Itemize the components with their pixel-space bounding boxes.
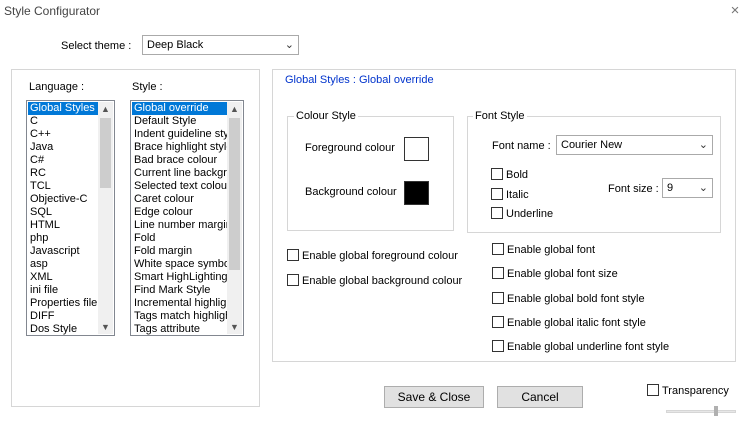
enable-global-bold-checkbox[interactable] bbox=[492, 292, 504, 304]
enable-global-font-size-label: Enable global font size bbox=[507, 268, 618, 280]
close-icon[interactable]: × bbox=[727, 2, 743, 20]
enable-global-bold-label: Enable global bold font style bbox=[507, 293, 645, 305]
underline-checkbox[interactable] bbox=[491, 207, 503, 219]
transparency-checkbox[interactable] bbox=[647, 384, 659, 396]
list-item[interactable]: Bad brace colour bbox=[132, 154, 227, 167]
font-name-value: Courier New bbox=[561, 139, 623, 151]
list-item[interactable]: Line number margin bbox=[132, 219, 227, 232]
enable-global-bg-label: Enable global background colour bbox=[302, 275, 463, 287]
list-item[interactable]: Properties file bbox=[28, 297, 98, 310]
font-name-label: Font name : bbox=[492, 140, 551, 152]
list-item[interactable]: XML bbox=[28, 271, 98, 284]
list-item-global-styles[interactable]: Global Styles bbox=[28, 102, 98, 115]
list-item[interactable]: Selected text colour bbox=[132, 180, 227, 193]
list-item[interactable]: TCL bbox=[28, 180, 98, 193]
list-item[interactable]: Default Style bbox=[132, 115, 227, 128]
theme-select[interactable]: Deep Black ⌄ bbox=[142, 35, 299, 55]
chevron-down-icon: ⌄ bbox=[698, 182, 708, 194]
list-item-global-override[interactable]: Global override bbox=[132, 102, 227, 115]
foreground-colour-label: Foreground colour bbox=[305, 142, 395, 154]
underline-label: Underline bbox=[506, 208, 554, 220]
enable-global-bg-checkbox[interactable] bbox=[287, 274, 299, 286]
enable-global-fg-checkbox[interactable] bbox=[287, 249, 299, 261]
colour-style-group bbox=[287, 116, 454, 231]
language-label: Language : bbox=[29, 81, 85, 93]
list-item[interactable]: Brace highlight style bbox=[132, 141, 227, 154]
scroll-up-arrow-icon[interactable]: ▲ bbox=[98, 102, 113, 116]
list-item[interactable]: Fold margin bbox=[132, 245, 227, 258]
enable-global-font-label: Enable global font bbox=[507, 244, 596, 256]
font-size-label: Font size : bbox=[608, 183, 659, 195]
transparency-label: Transparency bbox=[662, 385, 729, 397]
list-item[interactable]: php bbox=[28, 232, 98, 245]
language-list-items: Global Styles C C++ Java C# RC TCL Objec… bbox=[28, 102, 98, 335]
enable-global-italic-label: Enable global italic font style bbox=[507, 317, 646, 329]
list-item[interactable]: ini file bbox=[28, 284, 98, 297]
style-header: Global Styles : Global override bbox=[285, 74, 434, 86]
enable-global-font-checkbox[interactable] bbox=[492, 243, 504, 255]
list-item[interactable]: Java bbox=[28, 141, 98, 154]
list-item[interactable]: Dos Style bbox=[28, 323, 98, 335]
list-item[interactable]: SQL bbox=[28, 206, 98, 219]
bold-checkbox[interactable] bbox=[491, 168, 503, 180]
list-item[interactable]: Tags attribute bbox=[132, 323, 227, 335]
italic-checkbox[interactable] bbox=[491, 188, 503, 200]
theme-select-value: Deep Black bbox=[147, 39, 204, 51]
enable-global-underline-label: Enable global underline font style bbox=[507, 341, 670, 353]
scroll-down-arrow-icon[interactable]: ▼ bbox=[98, 320, 113, 334]
font-name-select[interactable]: Courier New ⌄ bbox=[556, 135, 713, 155]
colour-style-legend: Colour Style bbox=[294, 110, 358, 122]
style-list[interactable]: Global override Default Style Indent gui… bbox=[130, 100, 244, 336]
scroll-up-arrow-icon[interactable]: ▲ bbox=[227, 102, 242, 116]
enable-global-underline-checkbox[interactable] bbox=[492, 340, 504, 352]
transparency-slider-track[interactable] bbox=[666, 410, 736, 413]
list-item[interactable]: Find Mark Style bbox=[132, 284, 227, 297]
enable-global-font-size-checkbox[interactable] bbox=[492, 267, 504, 279]
list-item[interactable]: White space symbol bbox=[132, 258, 227, 271]
transparency-slider-thumb[interactable] bbox=[714, 406, 718, 416]
chevron-down-icon: ⌄ bbox=[284, 39, 294, 51]
language-scroll-thumb[interactable] bbox=[100, 118, 111, 188]
save-close-button[interactable]: Save & Close bbox=[384, 386, 484, 408]
foreground-colour-swatch[interactable] bbox=[404, 137, 429, 161]
list-item[interactable]: Tags match highlight bbox=[132, 310, 227, 323]
list-item[interactable]: Current line backgro bbox=[132, 167, 227, 180]
list-item[interactable]: Caret colour bbox=[132, 193, 227, 206]
list-item[interactable]: Objective-C bbox=[28, 193, 98, 206]
background-colour-label: Background colour bbox=[305, 186, 397, 198]
list-item[interactable]: C bbox=[28, 115, 98, 128]
list-item[interactable]: Fold bbox=[132, 232, 227, 245]
list-item[interactable]: Javascript bbox=[28, 245, 98, 258]
list-item[interactable]: Smart HighLighting bbox=[132, 271, 227, 284]
list-item[interactable]: DIFF bbox=[28, 310, 98, 323]
window-title: Style Configurator bbox=[4, 4, 101, 18]
style-list-items: Global override Default Style Indent gui… bbox=[132, 102, 227, 335]
font-size-select[interactable]: 9 ⌄ bbox=[662, 178, 713, 198]
list-item[interactable]: C++ bbox=[28, 128, 98, 141]
italic-label: Italic bbox=[506, 189, 529, 201]
scroll-down-arrow-icon[interactable]: ▼ bbox=[227, 320, 242, 334]
enable-global-fg-label: Enable global foreground colour bbox=[302, 250, 458, 262]
list-item[interactable]: C# bbox=[28, 154, 98, 167]
cancel-button[interactable]: Cancel bbox=[497, 386, 583, 408]
list-item[interactable]: RC bbox=[28, 167, 98, 180]
language-scrollbar[interactable]: ▲ ▼ bbox=[98, 102, 113, 334]
chevron-down-icon: ⌄ bbox=[698, 139, 708, 151]
list-item[interactable]: Indent guideline sty bbox=[132, 128, 227, 141]
title-bar: Style Configurator × bbox=[0, 0, 750, 22]
style-label: Style : bbox=[132, 81, 163, 93]
language-list[interactable]: Global Styles C C++ Java C# RC TCL Objec… bbox=[26, 100, 115, 336]
select-theme-label: Select theme : bbox=[61, 40, 132, 52]
bold-label: Bold bbox=[506, 169, 529, 181]
style-scrollbar[interactable]: ▲ ▼ bbox=[227, 102, 242, 334]
list-item[interactable]: Incremental highlight bbox=[132, 297, 227, 310]
style-scroll-thumb[interactable] bbox=[229, 118, 240, 270]
font-style-legend: Font Style bbox=[473, 110, 527, 122]
list-item[interactable]: Edge colour bbox=[132, 206, 227, 219]
list-item[interactable]: asp bbox=[28, 258, 98, 271]
list-item[interactable]: HTML bbox=[28, 219, 98, 232]
font-size-value: 9 bbox=[667, 182, 674, 194]
background-colour-swatch[interactable] bbox=[404, 181, 429, 205]
enable-global-italic-checkbox[interactable] bbox=[492, 316, 504, 328]
